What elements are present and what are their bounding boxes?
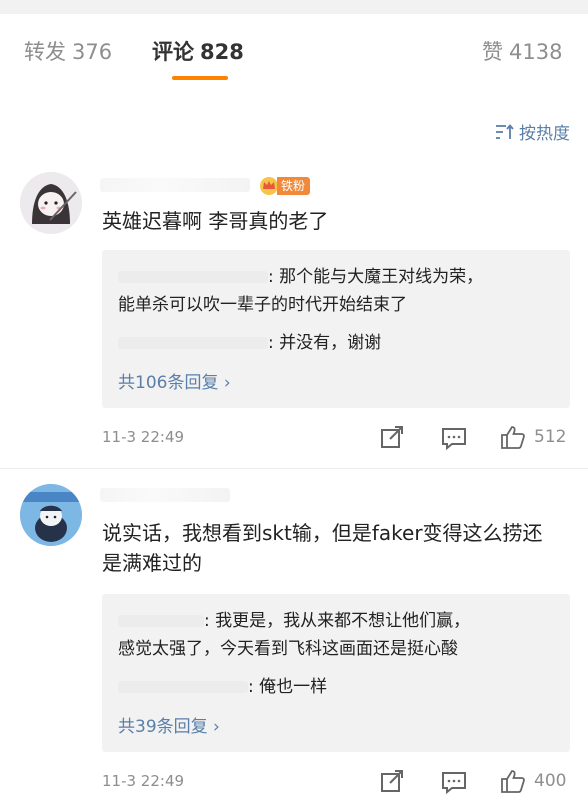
tab-reposts-label: 转发: [24, 40, 66, 64]
reply-text: : 我更是，我从来都不想让他们赢，: [204, 611, 471, 631]
reply-line: : 那个能与大魔王对线为荣，: [118, 264, 556, 290]
tab-bar: 转发 376 评论 828 赞 4138: [0, 14, 588, 84]
tab-reposts-count: 376: [72, 40, 113, 64]
tab-comments[interactable]: 评论 828: [152, 36, 244, 66]
thumbs-up-icon: [501, 770, 525, 793]
thumbs-up-icon: [501, 426, 525, 449]
comment-text: 说实话，我想看到skt输，但是faker变得这么捞还是满难过的: [102, 521, 543, 575]
tab-likes[interactable]: 赞 4138: [482, 36, 562, 66]
like-button[interactable]: 512: [500, 424, 566, 450]
more-replies-link[interactable]: 共106条回复 ›: [118, 368, 231, 393]
fan-badge-label: 铁粉: [277, 177, 311, 195]
reply-box[interactable]: : 我更是，我从来都不想让他们赢， 感觉太强了，今天看到飞科这画面还是挺心酸 :…: [102, 594, 570, 752]
tab-reposts[interactable]: 转发 376: [24, 36, 112, 66]
reply-username[interactable]: [118, 271, 268, 283]
reply-text: 能单杀可以吹一辈子的时代开始结束了: [118, 295, 407, 315]
comment-time: 11-3 22:49: [102, 428, 185, 446]
reply-line: 感觉太强了，今天看到飞科这画面还是挺心酸: [118, 636, 556, 662]
comment-meta: 11-3 22:49 400: [102, 768, 570, 796]
reply-line: : 我更是，我从来都不想让他们赢，: [118, 608, 556, 634]
username[interactable]: [100, 178, 250, 192]
comment-icon[interactable]: [440, 424, 468, 452]
sort-button[interactable]: 按热度: [495, 119, 570, 144]
avatar[interactable]: [20, 484, 82, 546]
tab-comments-count: 828: [200, 40, 244, 64]
comment-text: 英雄迟暮啊 李哥真的老了: [102, 209, 329, 233]
tab-likes-label: 赞: [482, 40, 503, 64]
reply-username[interactable]: [118, 615, 204, 627]
reply-line: : 并没有，谢谢: [118, 330, 556, 356]
share-icon[interactable]: [378, 424, 406, 452]
sort-label: 按热度: [519, 124, 570, 144]
fan-badge: 铁粉: [258, 176, 311, 196]
more-replies-link[interactable]: 共39条回复 ›: [118, 712, 220, 737]
reply-line: 能单杀可以吹一辈子的时代开始结束了: [118, 292, 556, 318]
like-count: 400: [534, 771, 567, 791]
reply-text: 感觉太强了，今天看到飞科这画面还是挺心酸: [118, 639, 458, 659]
like-count: 512: [534, 427, 567, 447]
sort-icon: [496, 123, 514, 139]
reply-box[interactable]: : 那个能与大魔王对线为荣， 能单杀可以吹一辈子的时代开始结束了 : 并没有，谢…: [102, 250, 570, 408]
tab-likes-count: 4138: [509, 40, 563, 64]
reply-username[interactable]: [118, 681, 248, 693]
divider: [0, 468, 588, 469]
reply-text: : 那个能与大魔王对线为荣，: [268, 267, 484, 287]
tab-comments-label: 评论: [152, 40, 194, 64]
active-tab-indicator: [172, 76, 228, 80]
reply-text: : 并没有，谢谢: [268, 333, 382, 353]
reply-line: : 俺也一样: [118, 674, 556, 700]
comment-icon[interactable]: [440, 768, 468, 796]
comment-meta: 11-3 22:49 512: [102, 424, 570, 452]
comment-time: 11-3 22:49: [102, 772, 185, 790]
username[interactable]: [100, 488, 230, 502]
reply-username[interactable]: [118, 337, 268, 349]
avatar[interactable]: [20, 172, 82, 234]
reply-text: : 俺也一样: [248, 677, 328, 697]
share-icon[interactable]: [378, 768, 406, 796]
top-strip: [0, 0, 588, 14]
like-button[interactable]: 400: [500, 768, 566, 794]
